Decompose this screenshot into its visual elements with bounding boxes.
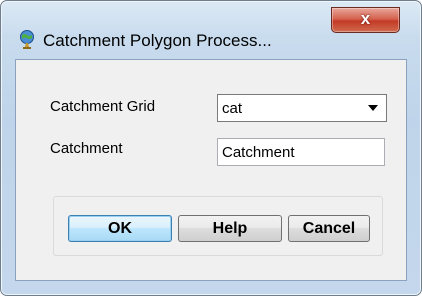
window-title: Catchment Polygon Process... [43, 31, 272, 50]
help-button[interactable]: Help [178, 215, 282, 242]
dialog-content: Catchment Grid cat Catchment Catchment O… [15, 59, 407, 281]
catchment-field-value: Catchment [222, 144, 295, 161]
ok-button[interactable]: OK [68, 215, 172, 242]
catchment-label: Catchment [50, 140, 123, 157]
title-bar[interactable]: Catchment Polygon Process... x [1, 1, 421, 50]
catchment-grid-value: cat [222, 100, 243, 117]
chevron-down-icon[interactable] [368, 105, 378, 111]
close-icon: x [360, 9, 371, 28]
button-group: OK Help Cancel [53, 196, 383, 256]
close-button[interactable]: x [331, 7, 400, 33]
catchment-field[interactable]: Catchment [217, 138, 385, 166]
catchment-grid-label: Catchment Grid [50, 98, 156, 115]
cancel-button[interactable]: Cancel [288, 215, 370, 242]
dialog-window: Catchment Polygon Process... x Catchment… [0, 0, 422, 296]
globe-icon [19, 29, 35, 49]
catchment-grid-dropdown[interactable]: cat [217, 94, 387, 122]
